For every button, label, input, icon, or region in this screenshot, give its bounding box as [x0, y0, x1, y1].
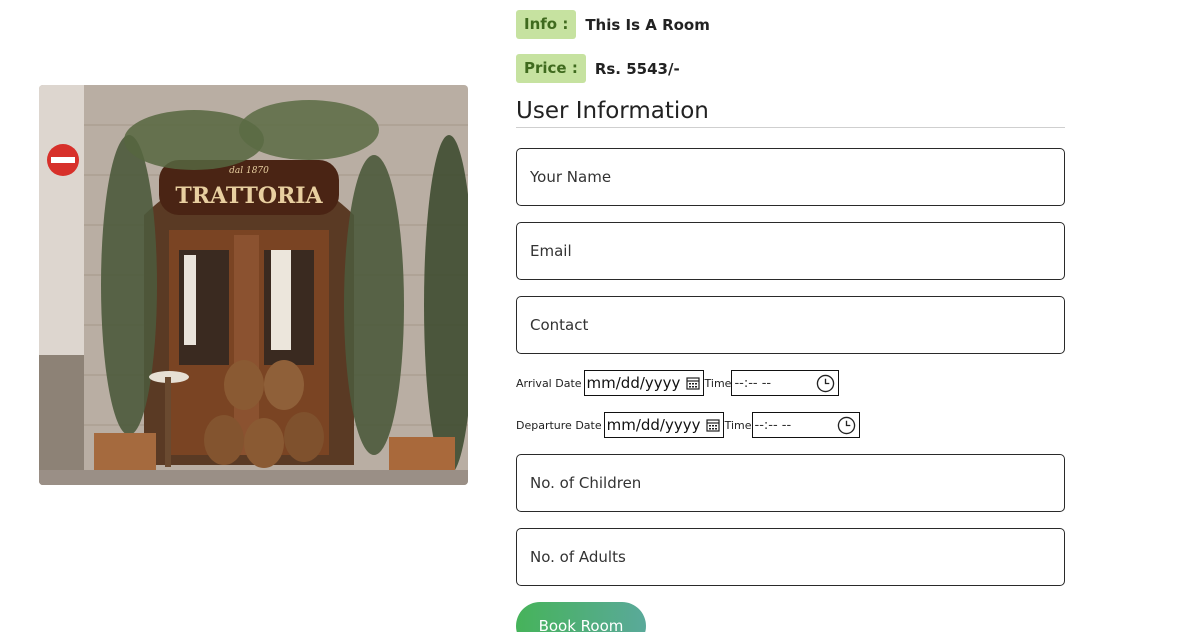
adults-input[interactable]	[516, 528, 1065, 586]
book-room-button[interactable]: Book Room	[516, 602, 646, 632]
departure-time-label: Time	[724, 418, 752, 432]
storefront-sign-text: TRATTORIA	[175, 183, 323, 209]
clock-icon[interactable]	[816, 374, 835, 393]
arrival-date-label: Arrival Date	[516, 376, 582, 390]
arrival-row: Arrival Date mm/dd/yyyy Time --:-- --	[516, 370, 840, 396]
departure-row: Departure Date mm/dd/yyyy Time --:-- --	[516, 412, 860, 438]
calendar-icon[interactable]	[685, 376, 700, 390]
calendar-icon[interactable]	[706, 418, 720, 432]
departure-date-input[interactable]: mm/dd/yyyy	[603, 412, 724, 438]
departure-date-label: Departure Date	[516, 418, 602, 432]
user-information-heading: User Information	[516, 98, 1065, 128]
contact-input[interactable]	[516, 296, 1065, 354]
departure-time-input[interactable]: --:-- --	[751, 412, 860, 438]
clock-icon[interactable]	[837, 416, 856, 435]
arrival-time-label: Time	[704, 376, 732, 390]
info-row: Info : This Is A Room	[516, 10, 710, 39]
price-badge: Price :	[516, 54, 586, 83]
name-input[interactable]	[516, 148, 1065, 206]
departure-date-value: mm/dd/yyyy	[606, 416, 701, 434]
children-input[interactable]	[516, 454, 1065, 512]
booking-page: dal 1870 TRATTORIA Info: This Is A Room…	[0, 0, 1200, 632]
arrival-time-value: --:-- --	[734, 375, 772, 391]
arrival-date-value: mm/dd/yyyy	[586, 374, 681, 392]
info-value: This Is A Room	[585, 15, 710, 34]
storefront-small-text: dal 1870	[229, 166, 269, 176]
arrival-date-input[interactable]: mm/dd/yyyy	[583, 370, 704, 396]
departure-time-value: --:-- --	[754, 417, 792, 433]
room-photo: dal 1870 TRATTORIA	[39, 85, 468, 485]
room-image: dal 1870 TRATTORIA	[39, 85, 468, 485]
price-value: Rs. 5543/-	[594, 59, 680, 78]
arrival-time-input[interactable]: --:-- --	[731, 370, 840, 396]
info-badge: Info :	[516, 10, 577, 39]
email-input[interactable]	[516, 222, 1065, 280]
price-row: Price : Rs. 5543/-	[516, 54, 680, 83]
